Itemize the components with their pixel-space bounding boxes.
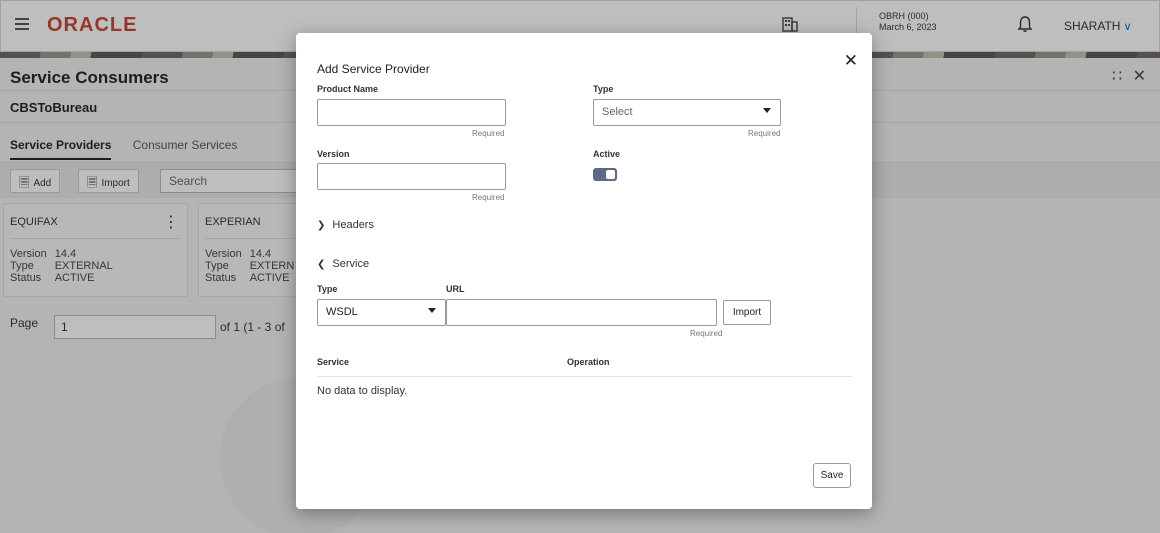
close-icon[interactable]: ✕ [844, 51, 858, 71]
table-header-divider [317, 376, 852, 377]
caret-down-icon [763, 108, 771, 113]
required-hint: Required [472, 193, 505, 202]
headers-section-label: Headers [332, 219, 374, 231]
type-select-value: Select [602, 106, 633, 118]
service-section-toggle[interactable]: ❮ Service [317, 258, 369, 270]
active-label: Active [593, 149, 621, 159]
chevron-right-icon: ❯ [317, 220, 326, 231]
service-type-label: Type [317, 284, 338, 294]
dialog-title: Add Service Provider [317, 62, 430, 76]
caret-down-icon [428, 308, 436, 313]
version-label: Version [317, 149, 350, 159]
import-wsdl-button[interactable]: Import [723, 300, 771, 325]
required-hint: Required [690, 329, 723, 338]
empty-table-message: No data to display. [317, 385, 408, 397]
active-toggle[interactable] [593, 168, 617, 181]
chevron-down-icon: ❮ [317, 259, 326, 270]
service-type-value: WSDL [326, 306, 358, 318]
required-hint: Required [748, 129, 781, 138]
headers-section-toggle[interactable]: ❯ Headers [317, 219, 374, 231]
url-input[interactable] [446, 299, 717, 326]
type-label: Type [593, 84, 614, 94]
url-label: URL [446, 284, 465, 294]
required-hint: Required [472, 129, 505, 138]
column-header-service: Service [317, 357, 350, 367]
column-header-operation: Operation [567, 357, 610, 367]
service-section-label: Service [332, 258, 370, 270]
product-name-label: Product Name [317, 84, 379, 94]
product-name-input[interactable] [317, 99, 506, 126]
service-type-select[interactable]: WSDL [317, 299, 446, 326]
type-select[interactable]: Select [593, 99, 781, 126]
version-input[interactable] [317, 163, 506, 190]
save-button[interactable]: Save [813, 463, 851, 488]
add-service-provider-dialog: Add Service Provider ✕ Product Name Requ… [296, 33, 872, 509]
